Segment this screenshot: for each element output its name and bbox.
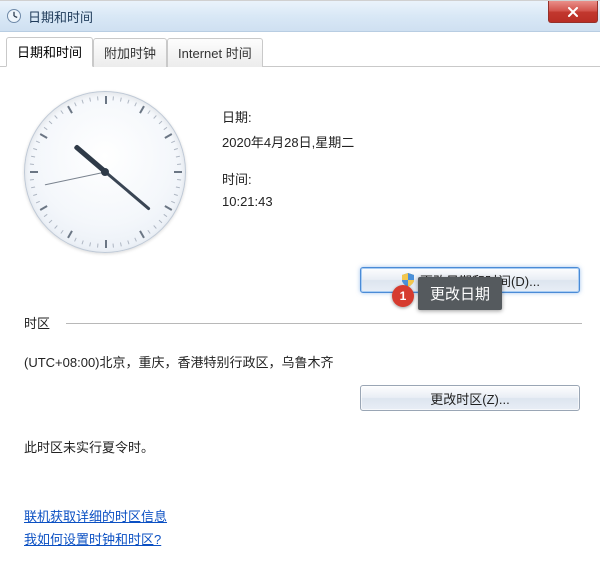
- close-button[interactable]: [548, 1, 598, 23]
- clock-second-hand: [44, 172, 105, 186]
- datetime-info: 日期: 2020年4月28日,星期二 时间: 10:21:43: [222, 91, 354, 261]
- analog-clock: [24, 91, 194, 261]
- link-tz-info[interactable]: 联机获取详细的时区信息: [24, 506, 167, 525]
- tab-additional-clocks[interactable]: 附加时钟: [93, 38, 167, 67]
- annotation-tooltip: 更改日期: [418, 277, 502, 310]
- clock-icon: [6, 8, 22, 24]
- change-timezone-button[interactable]: 更改时区(Z)...: [360, 385, 580, 411]
- titlebar: 日期和时间: [0, 1, 600, 32]
- top-row: 日期: 2020年4月28日,星期二 时间: 10:21:43: [24, 91, 582, 261]
- date-label: 日期:: [222, 107, 354, 126]
- timezone-section-label: 时区: [24, 313, 50, 332]
- time-value: 10:21:43: [222, 194, 354, 209]
- clock-face: [24, 91, 186, 253]
- change-timezone-label: 更改时区(Z)...: [430, 389, 509, 408]
- date-value: 2020年4月28日,星期二: [222, 132, 354, 151]
- clock-minute-hand: [104, 171, 150, 211]
- timezone-section-header: 时区: [24, 313, 582, 332]
- annotation-marker-1: 1: [392, 285, 414, 307]
- tab-pane-date-time: 日期: 2020年4月28日,星期二 时间: 10:21:43: [0, 67, 600, 558]
- timezone-value: (UTC+08:00)北京，重庆，香港特别行政区，乌鲁木齐: [24, 352, 582, 371]
- change-timezone-row: 更改时区(Z)...: [24, 385, 580, 411]
- tab-date-time[interactable]: 日期和时间: [6, 37, 93, 67]
- window-title: 日期和时间: [28, 7, 93, 26]
- dst-note: 此时区未实行夏令时。: [24, 437, 582, 456]
- date-time-dialog: 日期和时间 日期和时间 附加时钟 Internet 时间 日期: 2020年4月…: [0, 0, 600, 576]
- link-how-to-set[interactable]: 我如何设置时钟和时区?: [24, 529, 161, 548]
- section-divider: [66, 323, 582, 324]
- help-links: 联机获取详细的时区信息 我如何设置时钟和时区?: [24, 502, 582, 548]
- tab-internet-time[interactable]: Internet 时间: [167, 38, 263, 67]
- close-icon: [567, 7, 579, 17]
- clock-center-pin: [101, 168, 109, 176]
- time-label: 时间:: [222, 169, 354, 188]
- tab-strip: 日期和时间 附加时钟 Internet 时间: [0, 32, 600, 67]
